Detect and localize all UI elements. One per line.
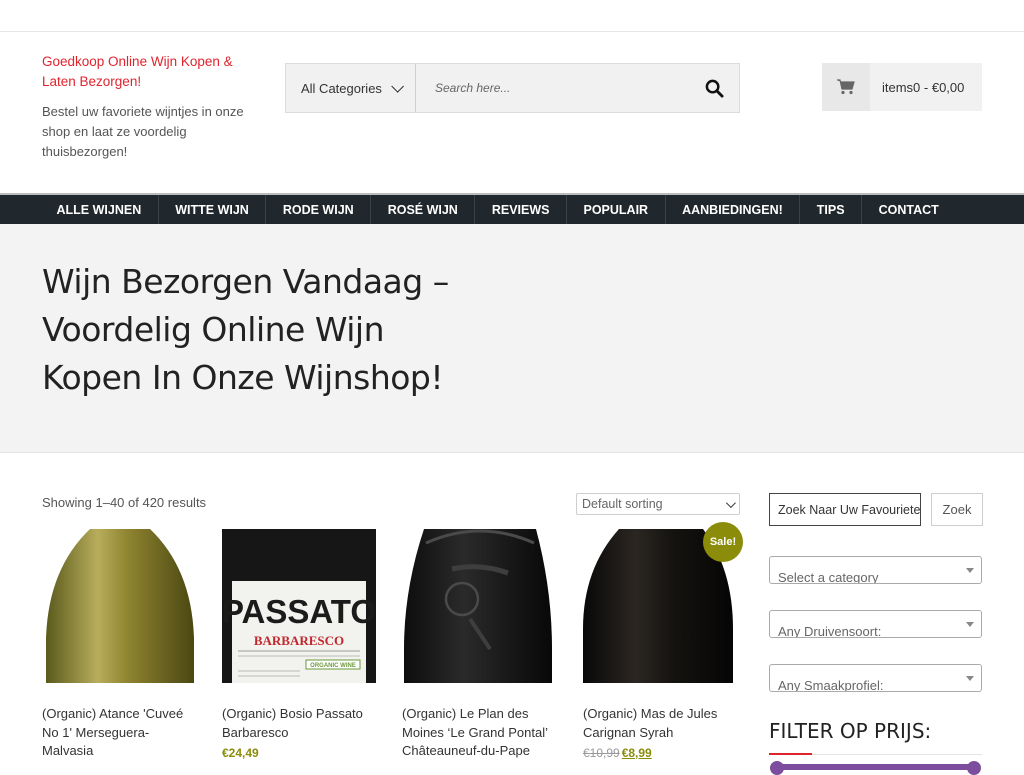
product-title[interactable]: (Organic) Bosio Passato Barbaresco: [222, 705, 378, 742]
site-branding: Goedkoop Online Wijn Kopen & Laten Bezor…: [42, 52, 252, 162]
product-sale-price: €8,99: [621, 746, 652, 760]
sidebar-search-button[interactable]: Zoek: [931, 493, 983, 526]
dropdown-arrow-icon: [966, 676, 974, 681]
nav-item-witte-wijn[interactable]: WITTE WIJN: [159, 195, 267, 224]
main-navigation: ALLE WIJNEN WITTE WIJN RODE WIJN ROSÉ WI…: [0, 193, 1024, 224]
site-tagline: Bestel uw favoriete wijntjes in onze sho…: [42, 104, 244, 159]
label-passato: PASSATO: [222, 593, 376, 630]
sale-badge: Sale!: [703, 522, 743, 562]
nav-item-populair[interactable]: POPULAIR: [567, 195, 666, 224]
grape-select[interactable]: Any Druivensoort:: [769, 610, 982, 638]
sort-select[interactable]: Default sorting: [576, 493, 740, 515]
product-price: €10,99 €8,99: [583, 746, 739, 760]
product-card[interactable]: PASSATO BARBARESCO ORGANIC WINE (Organic…: [222, 529, 378, 760]
product-price: €24,49: [222, 746, 259, 760]
cart-widget[interactable]: items0 - €0,00: [822, 63, 982, 111]
nav-item-alle-wijnen[interactable]: ALLE WIJNEN: [40, 195, 159, 224]
nav-item-contact[interactable]: CONTACT: [862, 195, 955, 224]
product-card[interactable]: (Organic) Atance 'Cuveé No 1' Merseguera…: [42, 529, 198, 761]
product-image[interactable]: [402, 529, 558, 683]
shop-content: Showing 1–40 of 420 results Default sort…: [0, 453, 1024, 775]
category-dropdown-label: All Categories: [301, 80, 382, 96]
nav-item-reviews[interactable]: REVIEWS: [475, 195, 567, 224]
search-icon: [705, 79, 724, 98]
page-hero: Wijn Bezorgen Vandaag – Voordelig Online…: [0, 224, 1024, 453]
price-slider-track[interactable]: [772, 764, 980, 770]
category-select-value: Select a category: [778, 570, 879, 584]
category-dropdown[interactable]: All Categories: [286, 64, 416, 112]
product-image[interactable]: [42, 529, 198, 683]
nav-item-rode-wijn[interactable]: RODE WIJN: [266, 195, 372, 224]
site-header: Goedkoop Online Wijn Kopen & Laten Bezor…: [0, 32, 1024, 192]
sort-select-value: Default sorting: [582, 497, 663, 511]
search-input[interactable]: [416, 64, 689, 112]
product-card[interactable]: (Organic) Mas de Jules Carignan Syrah €1…: [583, 529, 739, 760]
top-bar: [0, 0, 1024, 32]
price-slider-min-handle[interactable]: [770, 761, 784, 775]
dropdown-arrow-icon: [966, 622, 974, 627]
product-image[interactable]: PASSATO BARBARESCO ORGANIC WINE: [222, 529, 378, 683]
cart-summary: items0 - €0,00: [882, 79, 965, 95]
chevron-down-icon: [725, 497, 736, 508]
price-filter-title: FILTER OP PRIJS:: [769, 719, 932, 743]
title-divider: [812, 754, 982, 755]
label-organic: ORGANIC WINE: [310, 663, 356, 669]
nav-item-aanbiedingen[interactable]: AANBIEDINGEN!: [666, 195, 801, 224]
chevron-down-icon: [391, 79, 404, 93]
taste-select[interactable]: Any Smaakprofiel:: [769, 664, 982, 692]
label-barbaresco: BARBARESCO: [254, 633, 344, 648]
category-select[interactable]: Select a category: [769, 556, 982, 584]
title-accent-underline: [769, 753, 812, 755]
dropdown-arrow-icon: [966, 568, 974, 573]
product-old-price: €10,99: [583, 746, 620, 760]
product-title[interactable]: (Organic) Mas de Jules Carignan Syrah: [583, 705, 739, 742]
product-title[interactable]: (Organic) Atance 'Cuveé No 1' Merseguera…: [42, 705, 198, 761]
product-card[interactable]: (Organic) Le Plan des Moines ‘Le Grand P…: [402, 529, 558, 761]
result-count: Showing 1–40 of 420 results: [42, 495, 207, 510]
product-title[interactable]: (Organic) Le Plan des Moines ‘Le Grand P…: [402, 705, 558, 761]
product-search-bar: All Categories: [285, 63, 740, 113]
sidebar-search-input[interactable]: [769, 493, 921, 526]
page-title: Wijn Bezorgen Vandaag – Voordelig Online…: [42, 262, 449, 397]
site-title[interactable]: Goedkoop Online Wijn Kopen & Laten Bezor…: [42, 52, 252, 92]
nav-item-rose-wijn[interactable]: ROSÉ WIJN: [371, 195, 476, 224]
search-button[interactable]: [689, 64, 739, 112]
taste-select-value: Any Smaakprofiel:: [778, 678, 884, 692]
nav-item-tips[interactable]: TIPS: [800, 195, 863, 224]
grape-select-value: Any Druivensoort:: [778, 624, 882, 638]
shopping-cart-icon: [822, 63, 870, 111]
price-slider-max-handle[interactable]: [967, 761, 981, 775]
